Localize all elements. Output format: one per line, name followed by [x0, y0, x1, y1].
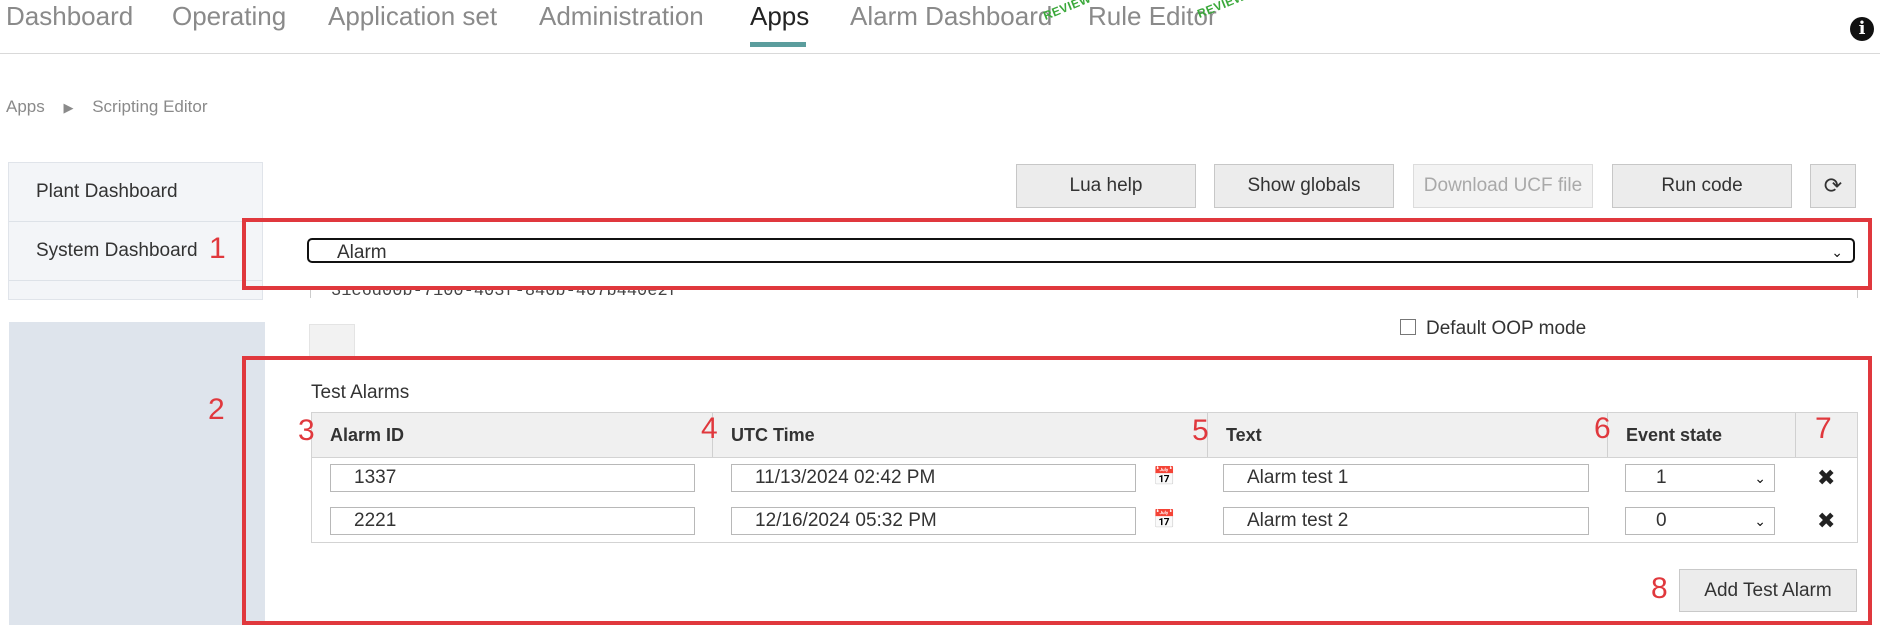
lua-help-button[interactable]: Lua help [1016, 164, 1196, 208]
chevron-down-icon: ⌄ [1754, 513, 1766, 529]
show-globals-button[interactable]: Show globals [1214, 164, 1394, 208]
download-ucf-button[interactable]: Download UCF file [1413, 164, 1593, 208]
nav-item-administration[interactable]: Administration [539, 0, 704, 32]
table-header: Alarm ID UTC Time Text Event state [312, 413, 1857, 458]
test-alarms-title: Test Alarms [311, 382, 410, 403]
editor-tab[interactable] [309, 324, 355, 359]
annotation-number-2: 2 [208, 393, 225, 426]
sidebar-item-plant-dashboard[interactable]: Plant Dashboard [9, 163, 262, 222]
nav-item-dashboard[interactable]: Dashboard [6, 0, 133, 32]
breadcrumb-root[interactable]: Apps [6, 97, 45, 116]
alarm-id-input[interactable]: 2221 [330, 507, 695, 535]
calendar-icon[interactable]: 📅 [1153, 509, 1175, 530]
top-nav: Dashboard Operating Application set Admi… [0, 0, 1880, 54]
annotation-number-6: 6 [1594, 412, 1611, 445]
calendar-icon[interactable]: 📅 [1153, 466, 1175, 487]
run-code-button[interactable]: Run code [1612, 164, 1792, 208]
nav-item-rule-editor[interactable]: Rule Editor [1088, 0, 1217, 32]
column-header-utc-time: UTC Time [713, 413, 1208, 457]
chevron-down-icon: ⌄ [1754, 470, 1766, 486]
utc-time-input[interactable]: 11/13/2024 02:42 PM [731, 464, 1136, 492]
sidebar-lower-panel [9, 322, 265, 625]
refresh-button[interactable]: ⟳ [1810, 164, 1856, 208]
event-state-value: 1 [1656, 467, 1667, 488]
column-header-text: Text [1208, 413, 1608, 457]
event-state-select[interactable]: 0 ⌄ [1625, 507, 1775, 535]
nav-item-alarm-dashboard[interactable]: Alarm Dashboard [850, 0, 1052, 32]
event-state-select[interactable]: 1 ⌄ [1625, 464, 1775, 492]
breadcrumb-current: Scripting Editor [92, 97, 208, 116]
test-alarms-table: Alarm ID UTC Time Text Event state 1337 … [311, 412, 1858, 543]
nav-item-application-set[interactable]: Application set [328, 0, 497, 32]
nav-item-apps[interactable]: Apps [750, 0, 809, 32]
annotation-number-8: 8 [1651, 572, 1668, 605]
table-row: 2221 12/16/2024 05:32 PM 📅 Alarm test 2 … [312, 500, 1857, 543]
refresh-icon: ⟳ [1823, 173, 1843, 198]
column-header-alarm-id: Alarm ID [312, 413, 713, 457]
annotation-number-3: 3 [298, 414, 315, 447]
delete-icon[interactable]: ✖ [1817, 465, 1835, 491]
alarm-text-input[interactable]: Alarm test 2 [1223, 507, 1589, 535]
annotation-number-1: 1 [209, 232, 226, 265]
annotation-number-5: 5 [1192, 414, 1209, 447]
annotation-number-7: 7 [1815, 412, 1832, 445]
oop-mode-checkbox[interactable]: Default OOP mode [1400, 318, 1586, 340]
column-header-event-state: Event state [1608, 413, 1796, 457]
annotation-number-4: 4 [701, 412, 718, 445]
active-tab-indicator [750, 42, 806, 47]
event-state-value: 0 [1656, 510, 1667, 531]
oop-mode-label: Default OOP mode [1426, 318, 1587, 339]
breadcrumb: Apps ▶ Scripting Editor [6, 97, 208, 117]
sidebar: Plant Dashboard System Dashboard [8, 162, 263, 300]
nav-item-operating[interactable]: Operating [172, 0, 286, 32]
alarm-id-input[interactable]: 1337 [330, 464, 695, 492]
breadcrumb-separator-icon: ▶ [63, 100, 74, 115]
add-test-alarm-button[interactable]: Add Test Alarm [1679, 569, 1857, 612]
annotation-box-1 [242, 218, 1872, 290]
info-icon[interactable]: i [1850, 17, 1874, 41]
delete-icon[interactable]: ✖ [1817, 508, 1835, 534]
table-row: 1337 11/13/2024 02:42 PM 📅 Alarm test 1 … [312, 457, 1857, 500]
utc-time-input[interactable]: 12/16/2024 05:32 PM [731, 507, 1136, 535]
alarm-text-input[interactable]: Alarm test 1 [1223, 464, 1589, 492]
checkbox-icon[interactable] [1400, 319, 1416, 335]
